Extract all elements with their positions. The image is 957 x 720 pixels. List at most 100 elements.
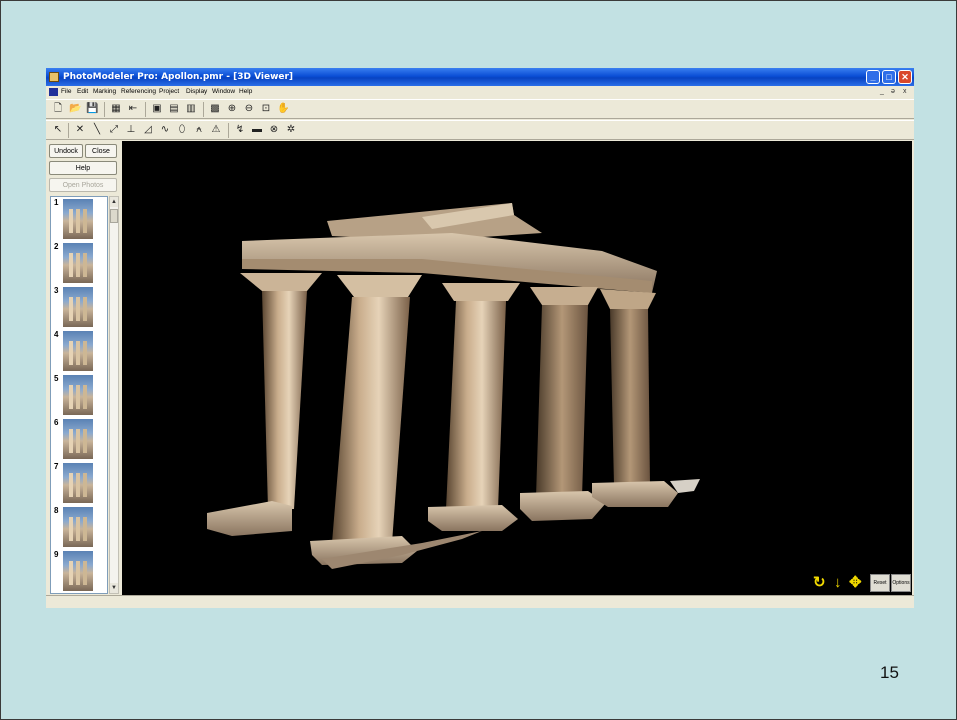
photo-list-icon[interactable]: ▥: [185, 103, 197, 115]
new-icon[interactable]: 🗋: [52, 103, 64, 115]
target-icon[interactable]: ⊗: [268, 124, 280, 136]
edge-icon[interactable]: ⤢: [108, 124, 120, 136]
thumbnail-image: [63, 463, 93, 503]
temple-3d-model: [207, 203, 700, 569]
photo-thumbnail[interactable]: 7: [53, 462, 93, 503]
thumbnail-image: [63, 551, 93, 591]
toolbar-separator: [228, 123, 229, 138]
photo-thumbnail[interactable]: 3: [53, 286, 93, 327]
scroll-down-arrow-icon[interactable]: ▼: [110, 583, 118, 593]
thumbnail-image: [63, 419, 93, 459]
move-icon[interactable]: ✥: [849, 575, 862, 591]
grid-icon[interactable]: ▩: [209, 103, 221, 115]
main-toolbar: 🗋 📂 💾 ▦ ⇤ ▣ ▤ ▥ ▩ ⊕ ⊖ ⊡ ✋: [46, 99, 914, 119]
column-2: [310, 275, 422, 565]
zoom-fit-icon[interactable]: ⊡: [260, 103, 272, 115]
menu-bar: File Edit Marking Referencing Project Di…: [46, 86, 914, 98]
menu-project[interactable]: Project: [159, 86, 179, 98]
down-arrow-icon[interactable]: ↓: [834, 575, 842, 591]
zoom-out-icon[interactable]: ⊖: [243, 103, 255, 115]
menu-display[interactable]: Display: [186, 86, 207, 98]
menu-file[interactable]: File: [61, 86, 71, 98]
open-photos-button[interactable]: Open Photos: [49, 178, 117, 192]
select-arrow-icon[interactable]: ↖: [52, 124, 64, 136]
menu-referencing[interactable]: Referencing: [121, 86, 156, 98]
thumbnail-image: [63, 243, 93, 283]
photo-thumbnail[interactable]: 8: [53, 506, 93, 547]
slide-number: 15: [880, 663, 899, 682]
thumbnail-number: 1: [54, 198, 59, 207]
menu-window[interactable]: Window: [212, 86, 235, 98]
mdi-close-button[interactable]: x: [903, 86, 907, 98]
toolbar-separator: [104, 102, 105, 117]
line-icon[interactable]: ╲: [91, 124, 103, 136]
open-icon[interactable]: 📂: [69, 103, 81, 115]
pan-hand-icon[interactable]: ✋: [277, 103, 289, 115]
toolbar-separator: [203, 102, 204, 117]
help-button[interactable]: Help: [49, 161, 117, 175]
thumbnail-scrollbar[interactable]: ▲ ▼: [109, 196, 119, 594]
scroll-thumb[interactable]: [110, 209, 118, 223]
surface-icon[interactable]: ◿: [142, 124, 154, 136]
photo-panel: Undock Close Help Open Photos 1 2 3 4 5 …: [46, 141, 120, 595]
constraint-icon[interactable]: ⊥: [125, 124, 137, 136]
3d-viewer[interactable]: ↻ ↓ ✥ Reset Options: [122, 141, 912, 595]
photos-icon[interactable]: ▤: [168, 103, 180, 115]
settings-icon[interactable]: ✲: [285, 124, 297, 136]
photo-thumbnail[interactable]: 1: [53, 198, 93, 239]
zoom-in-icon[interactable]: ⊕: [226, 103, 238, 115]
menu-help[interactable]: Help: [239, 86, 252, 98]
thumbnail-number: 3: [54, 286, 59, 295]
photo-thumbnail[interactable]: 2: [53, 242, 93, 283]
save-icon[interactable]: 💾: [86, 103, 98, 115]
measure-icon[interactable]: ⇤: [127, 103, 139, 115]
thumbnail-image: [63, 593, 93, 594]
menu-edit[interactable]: Edit: [77, 86, 88, 98]
photo-thumbnail[interactable]: 5: [53, 374, 93, 415]
mdi-restore-button[interactable]: ə: [891, 86, 895, 98]
close-button[interactable]: ✕: [898, 70, 912, 84]
menu-marking[interactable]: Marking: [93, 86, 116, 98]
thumbnail-number: 7: [54, 462, 59, 471]
photo-thumbnail[interactable]: 10: [54, 592, 93, 594]
thumbnail-number: 4: [54, 330, 59, 339]
column-5: [592, 289, 700, 507]
thumbnail-image: [63, 199, 93, 239]
thumbnail-image: [63, 331, 93, 371]
minimize-button[interactable]: _: [866, 70, 880, 84]
photo-thumbnail[interactable]: 6: [53, 418, 93, 459]
point-icon[interactable]: ✕: [74, 124, 86, 136]
photo-thumbnail[interactable]: 4: [53, 330, 93, 371]
reference-icon[interactable]: ⍲: [193, 124, 205, 136]
thumbnail-number: 9: [54, 550, 59, 559]
undock-button[interactable]: Undock: [49, 144, 83, 158]
panel-close-button[interactable]: Close: [85, 144, 117, 158]
marking-toolbar: ↖ ✕ ╲ ⤢ ⊥ ◿ ∿ ⬯ ⍲ ⚠ ↯ ▬ ⊗ ✲: [46, 120, 914, 140]
photo-thumbnail-list[interactable]: 1 2 3 4 5 6 7 8 9 10: [50, 196, 108, 594]
reset-button[interactable]: Reset: [870, 574, 890, 592]
rotate-icon[interactable]: ↻: [813, 575, 826, 591]
mdi-minimize-button[interactable]: _: [880, 86, 884, 98]
thumbnail-image: [63, 507, 93, 547]
maximize-button[interactable]: □: [882, 70, 896, 84]
thumbnail-number: 6: [54, 418, 59, 427]
thumbnail-number: 2: [54, 242, 59, 251]
column-1: [207, 273, 322, 536]
auto-icon[interactable]: ↯: [234, 124, 246, 136]
thumbnail-image: [63, 375, 93, 415]
curve-icon[interactable]: ∿: [159, 124, 171, 136]
table-icon[interactable]: ▦: [110, 103, 122, 115]
thumbnail-number: 8: [54, 506, 59, 515]
thumbnail-number: 10: [54, 592, 63, 593]
cylinder-icon[interactable]: ⬯: [176, 124, 188, 136]
title-bar: PhotoModeler Pro: Apollon.pmr - [3D View…: [46, 68, 914, 86]
scroll-up-arrow-icon[interactable]: ▲: [110, 197, 118, 207]
document-icon[interactable]: [49, 88, 58, 96]
options-button[interactable]: Options: [891, 574, 911, 592]
measure-bar-icon[interactable]: ▬: [251, 124, 263, 136]
column-3: [428, 283, 520, 531]
triangle-icon[interactable]: ⚠: [210, 124, 222, 136]
photo-thumbnail[interactable]: 9: [53, 550, 93, 591]
photo-icon[interactable]: ▣: [151, 103, 163, 115]
app-icon: [49, 72, 59, 82]
